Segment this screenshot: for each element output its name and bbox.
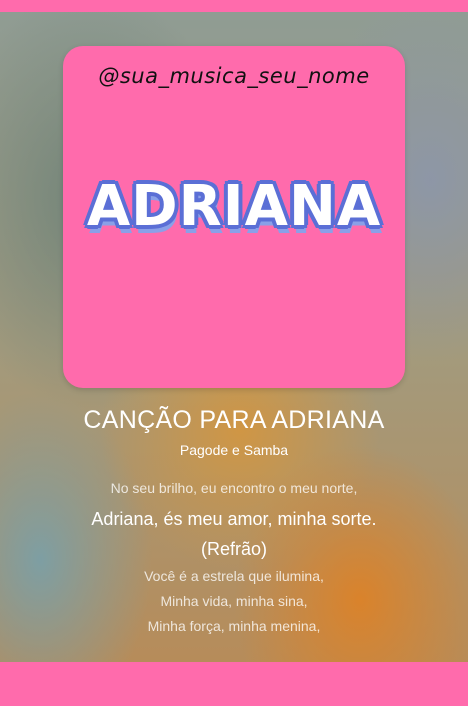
bottom-accent-band [0,662,468,706]
album-cover[interactable]: @sua_musica_seu_nome ADRIANA [63,46,405,388]
lyric-line: Você é a estrela que ilumina, [144,568,324,584]
lyric-line: No seu brilho, eu encontro o meu norte, [110,480,358,496]
song-genre: Pagode e Samba [179,442,289,458]
cover-name-text: ADRIANA [86,174,382,239]
cover-handle-text: @sua_musica_seu_nome [98,64,370,88]
lyric-line: Minha força, minha menina, [147,618,321,634]
lyric-line-current: (Refrão) [200,539,267,559]
song-title: CANÇÃO PARA ADRIANA [83,406,385,434]
lyric-line-current: Adriana, és meu amor, minha sorte. [91,509,377,529]
top-accent-band [0,0,468,12]
lyric-line: Minha vida, minha sina, [160,593,308,609]
